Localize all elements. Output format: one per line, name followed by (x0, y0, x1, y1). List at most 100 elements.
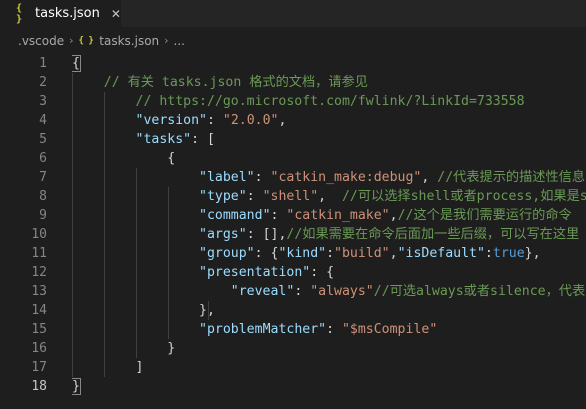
code-token: // https://go.microsoft.com/fwlink/?Link… (72, 94, 525, 109)
line-number: 8 (39, 189, 47, 204)
code-line: "args": [],//如果需要在命令后面加一些后缀，可以写在这里 (72, 225, 579, 244)
line-number: 17 (31, 360, 47, 375)
line-number: 9 (39, 208, 47, 223)
code-token: // 有关 tasks.json 格式的文档，请参见 (72, 75, 368, 90)
breadcrumb-tasks-json[interactable]: tasks.json (99, 34, 159, 48)
line-number: 18 (31, 379, 47, 394)
code-line: }, (72, 301, 215, 320)
code-line: "command": "catkin_make",//这个是我们需要运行的命令 (72, 206, 572, 225)
code-line: } (72, 339, 175, 358)
code-token: : (270, 208, 287, 223)
code-token: , (318, 189, 342, 204)
code-token: : (326, 322, 342, 337)
code-token: //可以选择shell或者process,如果是shell (341, 189, 586, 204)
code-token: } (72, 341, 176, 356)
code-token: "kind" (278, 246, 327, 261)
code-line: "group": {"kind":"build","isDefault":tru… (72, 244, 541, 263)
code-token: "group" (199, 246, 255, 261)
code-token: //可选always或者silence，代表 (373, 284, 586, 299)
code-token: }, (524, 246, 541, 261)
line-number: 13 (31, 284, 47, 299)
line-number: 3 (39, 94, 47, 109)
code-token: : [ (191, 132, 215, 147)
code-token: "always" (310, 284, 374, 299)
line-number: 1 (39, 56, 47, 71)
tab-bar: { } tasks.json ✕ (0, 0, 586, 27)
code-token: : (246, 189, 263, 204)
code-line: // 有关 tasks.json 格式的文档，请参见 (72, 73, 368, 92)
code-line: "label": "catkin_make:debug", //代表提示的描述性… (72, 168, 585, 187)
breadcrumb: .vscode › { } tasks.json › ... (0, 27, 586, 54)
code-token: : (326, 246, 335, 261)
close-icon[interactable]: ✕ (111, 7, 121, 21)
code-token: : (484, 246, 493, 261)
code-line: } (72, 377, 81, 396)
chevron-right-icon: › (69, 34, 74, 47)
code-token: : { (254, 246, 279, 261)
line-number: 10 (31, 227, 47, 242)
chevron-right-icon: › (164, 34, 169, 47)
line-number: 16 (31, 341, 47, 356)
code-line: "presentation": { (72, 263, 334, 282)
code-line: "tasks": [ (72, 130, 215, 149)
code-token: : (207, 113, 223, 128)
code-token: , (278, 113, 287, 128)
code-line: { (72, 54, 81, 73)
json-file-icon: { } (16, 2, 22, 25)
code-token: { (72, 55, 81, 72)
line-number: 4 (39, 113, 47, 128)
tab-tasks-json[interactable]: { } tasks.json ✕ (0, 0, 121, 27)
line-number: 11 (31, 246, 47, 261)
line-number-gutter: 1 2 3 4 5 6 7 8 9 10 11 12 13 14 15 16 17 18 (0, 54, 58, 409)
code-token: "label" (199, 170, 255, 185)
code-token: , (389, 208, 398, 223)
code-token: : [], (246, 227, 287, 242)
code-editor[interactable]: 1 2 3 4 5 6 7 8 9 10 11 12 13 14 15 16 17 18 { // 有关 task… (0, 54, 586, 409)
breadcrumb-vscode[interactable]: .vscode (18, 34, 64, 48)
tab-label: tasks.json (35, 6, 100, 21)
code-line: "type": "shell", //可以选择shell或者process,如果… (72, 187, 586, 206)
code-token: : (294, 284, 311, 299)
code-token: "catkin_make" (286, 208, 390, 223)
code-area[interactable]: { // 有关 tasks.json 格式的文档，请参见 // https://… (72, 54, 586, 409)
code-token: "problemMatcher" (199, 322, 327, 337)
code-token: "isDefault" (397, 246, 485, 261)
code-token: //代表提示的描述性信息 (437, 170, 586, 185)
breadcrumb-ellipsis[interactable]: ... (174, 34, 185, 48)
code-token: , (389, 246, 398, 261)
json-file-icon: { } (78, 35, 94, 46)
code-token: //这个是我们需要运行的命令 (397, 208, 572, 223)
line-number: 2 (39, 75, 47, 90)
code-line: "reveal": "always"//可选always或者silence，代表 (72, 282, 585, 301)
code-line: "version": "2.0.0", (72, 111, 287, 130)
code-token: "catkin_make:debug" (270, 170, 422, 185)
code-token: "shell" (262, 189, 319, 204)
code-token: : { (310, 265, 335, 280)
code-token: "presentation" (199, 265, 311, 280)
code-token: //如果需要在命令后面加一些后缀，可以写在这里 (286, 227, 580, 242)
code-token: "build" (334, 246, 390, 261)
line-number: 14 (31, 303, 47, 318)
code-token: "$msCompile" (341, 322, 438, 337)
code-token: "tasks" (135, 132, 192, 147)
code-line: "problemMatcher": "$msCompile" (72, 320, 437, 339)
code-line: // https://go.microsoft.com/fwlink/?Link… (72, 92, 525, 111)
code-token: "version" (135, 113, 207, 128)
code-token: "reveal" (230, 284, 295, 299)
code-token: }, (72, 303, 215, 318)
line-number: 6 (39, 151, 47, 166)
code-token: true (492, 246, 525, 261)
line-number: 12 (31, 265, 47, 280)
code-token: { (72, 151, 176, 166)
code-token: : (254, 170, 271, 185)
code-token: , (421, 170, 438, 185)
